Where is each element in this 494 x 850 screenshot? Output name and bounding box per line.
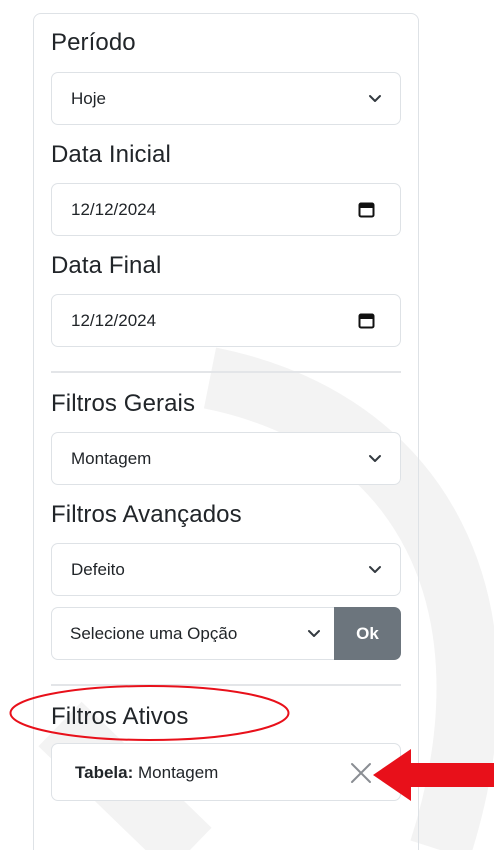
- option-select[interactable]: Selecione uma Opção: [51, 607, 335, 660]
- chevron-down-icon: [308, 630, 320, 637]
- close-icon[interactable]: [349, 761, 373, 785]
- data-inicial-heading: Data Inicial: [51, 141, 171, 168]
- data-final-value: 12/12/2024: [71, 311, 157, 330]
- active-filter-value: Montagem: [138, 763, 219, 782]
- filtros-avancados-selected-value: Defeito: [71, 560, 125, 579]
- active-filter-key: Tabela:: [75, 763, 134, 782]
- active-filter-label: Tabela: Montagem: [75, 764, 218, 781]
- filtros-gerais-select[interactable]: Montagem: [51, 432, 401, 485]
- calendar-icon[interactable]: [358, 201, 375, 218]
- filter-panel-screen: Período Hoje Data Inicial 12/12/2024 Dat…: [0, 0, 494, 850]
- periodo-selected-value: Hoje: [71, 89, 106, 108]
- calendar-icon[interactable]: [358, 312, 375, 329]
- filtros-gerais-selected-value: Montagem: [71, 449, 152, 468]
- section-divider: [51, 371, 401, 373]
- data-inicial-value: 12/12/2024: [71, 200, 157, 219]
- periodo-select[interactable]: Hoje: [51, 72, 401, 125]
- data-inicial-input[interactable]: 12/12/2024: [51, 183, 401, 236]
- data-final-heading: Data Final: [51, 252, 162, 279]
- option-select-value: Selecione uma Opção: [70, 625, 238, 642]
- chevron-down-icon: [369, 566, 381, 573]
- filtros-avancados-select[interactable]: Defeito: [51, 543, 401, 596]
- chevron-down-icon: [369, 95, 381, 102]
- filtros-gerais-heading: Filtros Gerais: [51, 390, 196, 417]
- chevron-down-icon: [369, 455, 381, 462]
- filtros-ativos-heading: Filtros Ativos: [51, 703, 189, 730]
- periodo-heading: Período: [51, 29, 136, 56]
- active-filter-item: Tabela: Montagem: [51, 743, 401, 801]
- filtros-avancados-heading: Filtros Avançados: [51, 501, 242, 528]
- ok-button[interactable]: Ok: [334, 607, 401, 660]
- section-divider: [51, 684, 401, 686]
- data-final-input[interactable]: 12/12/2024: [51, 294, 401, 347]
